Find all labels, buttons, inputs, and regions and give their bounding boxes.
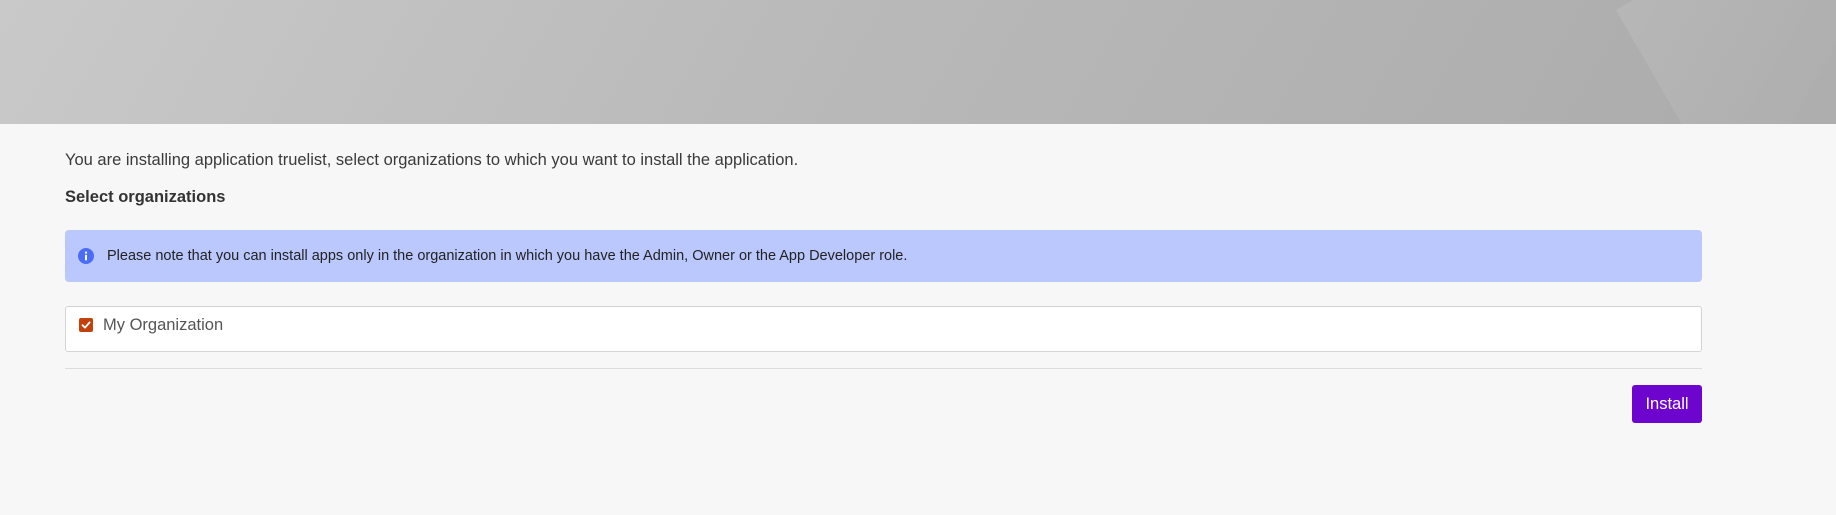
info-notice: Please note that you can install apps on… xyxy=(65,230,1702,282)
checkmark-icon xyxy=(81,321,91,329)
divider xyxy=(65,368,1702,369)
organization-option[interactable]: My Organization xyxy=(65,306,1702,352)
install-button[interactable]: Install xyxy=(1632,385,1702,423)
header-banner xyxy=(0,0,1836,124)
organization-checkbox[interactable] xyxy=(79,318,93,332)
section-title: Select organizations xyxy=(65,188,226,206)
organization-label: My Organization xyxy=(103,316,224,334)
banner-decoration xyxy=(1616,0,1836,124)
intro-text: You are installing application truelist,… xyxy=(65,151,799,169)
notice-text: Please note that you can install apps on… xyxy=(107,248,908,264)
info-icon xyxy=(78,248,94,264)
